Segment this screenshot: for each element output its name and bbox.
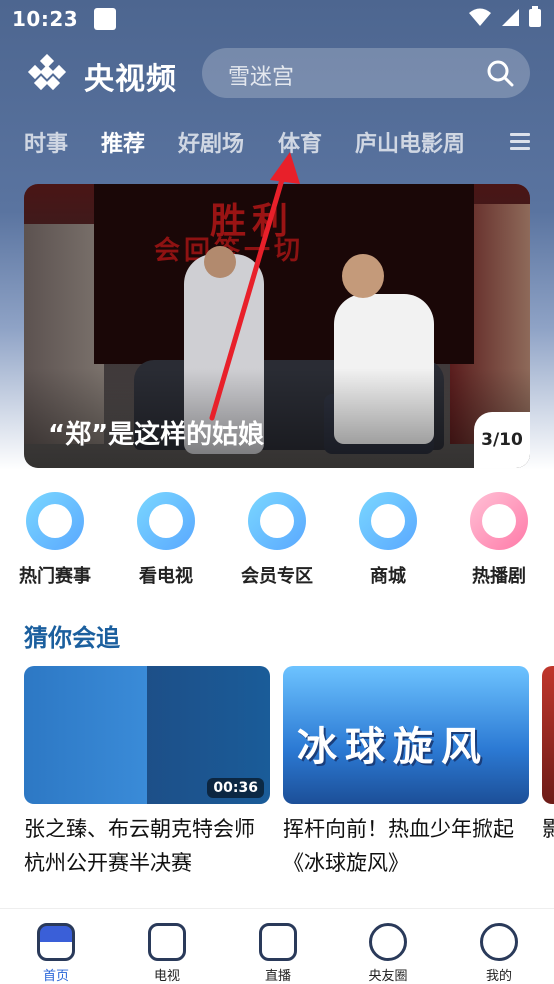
- live-icon: [259, 923, 297, 961]
- banner-caption: “郑”是这样的姑娘: [48, 420, 265, 450]
- nav-label: 央友圈: [368, 969, 408, 984]
- tv-icon: [148, 923, 186, 961]
- banner-page-counter: 3/10: [474, 412, 530, 468]
- tab-menu-icon[interactable]: [510, 133, 530, 151]
- category-tabs: 时事 推荐 好剧场 体育 庐山电影周: [0, 118, 554, 164]
- hot-icon: [470, 492, 528, 550]
- tab-lushan-film-week[interactable]: 庐山电影周: [355, 126, 465, 158]
- video-thumbnail[interactable]: [542, 666, 554, 804]
- video-card[interactable]: 影师: [542, 666, 554, 846]
- notification-icon: [94, 8, 117, 30]
- quick-link-label: 热播剧: [472, 566, 526, 587]
- quick-link-hot-drama[interactable]: 热播剧: [444, 488, 554, 588]
- tab-shishi[interactable]: 时事: [24, 126, 68, 158]
- thumbnail-title-art: 冰球旋风: [297, 724, 489, 770]
- search-placeholder: 雪迷宫: [228, 65, 295, 90]
- app-logo-icon[interactable]: [24, 54, 72, 94]
- quick-link-label: 热门赛事: [19, 566, 91, 587]
- recommend-cards: 00:36 张之臻、布云朝克特会师杭州公开赛半决赛 冰球旋风 挥杆向前！热血少年…: [0, 666, 554, 886]
- nav-circle[interactable]: 央友圈: [348, 917, 428, 984]
- video-card[interactable]: 冰球旋风 挥杆向前！热血少年掀起《冰球旋风》: [283, 666, 529, 880]
- quick-link-mall[interactable]: 商城: [333, 488, 443, 588]
- bottom-navigation: 首页 电视 直播 央友圈 我的: [0, 908, 554, 984]
- compass-icon: [369, 923, 407, 961]
- trophy-icon: [26, 492, 84, 550]
- nav-label: 电视: [153, 969, 180, 984]
- quick-link-watch-tv[interactable]: 看电视: [111, 488, 221, 588]
- profile-icon: [480, 923, 518, 961]
- video-title[interactable]: 挥杆向前！热血少年掀起《冰球旋风》: [283, 812, 529, 880]
- nav-label: 我的: [485, 969, 512, 984]
- nav-home[interactable]: 首页: [16, 917, 96, 984]
- signal-icon: [502, 9, 519, 26]
- quick-links: 热门赛事 看电视 会员专区 商城 热播剧: [0, 488, 554, 588]
- home-icon: [37, 923, 75, 961]
- search-bar[interactable]: 雪迷宫: [202, 48, 530, 98]
- system-icons: [468, 6, 542, 28]
- status-bar: 10:23: [0, 0, 554, 38]
- quick-link-hot-events[interactable]: 热门赛事: [0, 488, 110, 588]
- tab-tuijian[interactable]: 推荐: [101, 126, 145, 158]
- status-time: 10:23: [12, 7, 79, 31]
- battery-icon: [529, 6, 541, 27]
- nav-live[interactable]: 直播: [238, 917, 318, 984]
- nav-tv[interactable]: 电视: [127, 917, 207, 984]
- nav-label: 首页: [42, 969, 69, 984]
- video-duration: 00:36: [207, 778, 264, 798]
- nav-profile[interactable]: 我的: [459, 917, 539, 984]
- app-header: 央视频 雪迷宫: [0, 46, 554, 102]
- quick-link-label: 商城: [370, 566, 406, 587]
- cart-icon: [359, 492, 417, 550]
- quick-link-label: 会员专区: [241, 566, 313, 587]
- wifi-icon: [469, 8, 491, 26]
- video-title[interactable]: 影师: [542, 812, 554, 846]
- nav-label: 直播: [264, 969, 291, 984]
- tv-icon: [137, 492, 195, 550]
- video-title[interactable]: 张之臻、布云朝克特会师杭州公开赛半决赛: [24, 812, 270, 880]
- tab-tiyu[interactable]: 体育: [278, 126, 322, 158]
- search-icon[interactable]: [486, 59, 514, 87]
- video-thumbnail[interactable]: 冰球旋风: [283, 666, 529, 804]
- video-card[interactable]: 00:36 张之臻、布云朝克特会师杭州公开赛半决赛: [24, 666, 270, 880]
- section-title: 猜你会追: [24, 624, 120, 652]
- vip-icon: [248, 492, 306, 550]
- quick-link-vip[interactable]: 会员专区: [222, 488, 332, 588]
- tab-haojuchang[interactable]: 好剧场: [178, 126, 244, 158]
- video-thumbnail[interactable]: 00:36: [24, 666, 270, 804]
- app-brand-title: 央视频: [84, 62, 177, 97]
- quick-link-label: 看电视: [139, 566, 193, 587]
- hero-banner[interactable]: 胜利 会回答一切 “郑”是这样的姑娘 3/10: [24, 184, 530, 468]
